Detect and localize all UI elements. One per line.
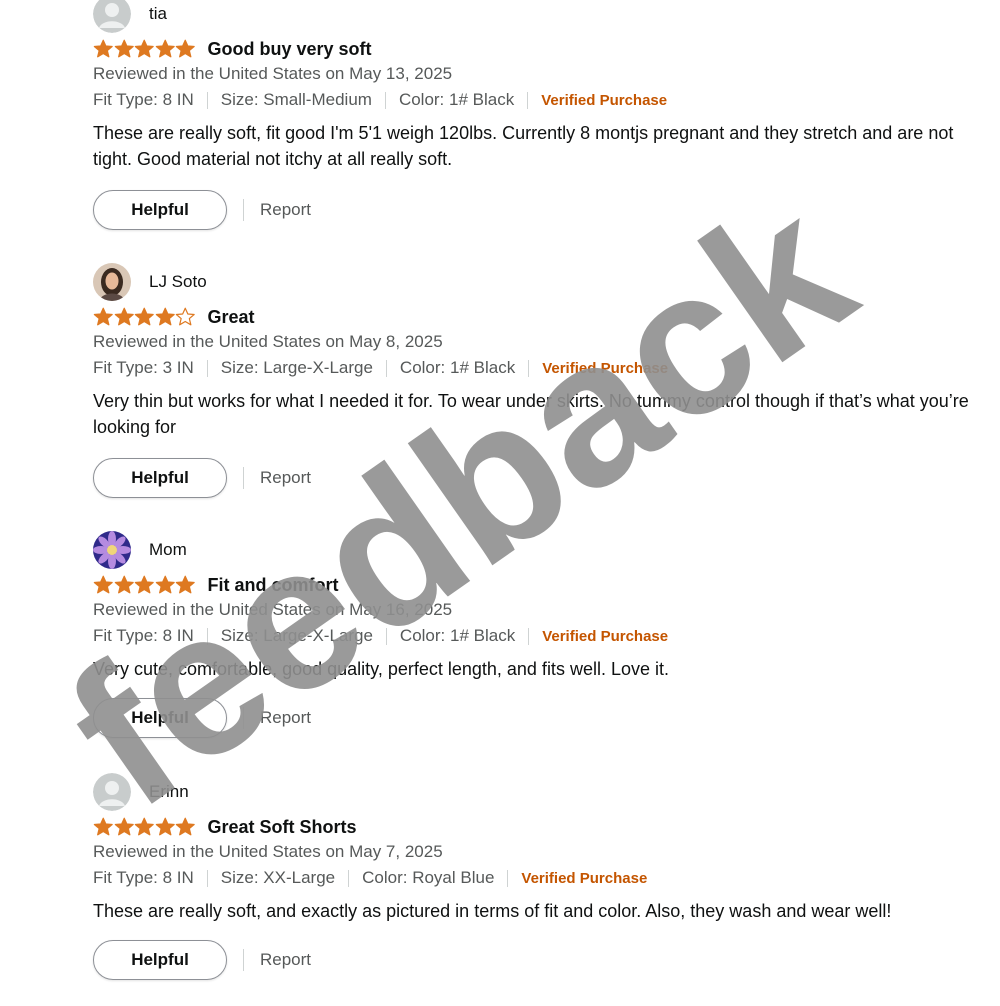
star-rating[interactable] [93,575,196,595]
star-filled-icon [175,817,195,836]
star-filled-icon [155,817,175,836]
helpful-button[interactable]: Helpful [93,190,227,230]
size[interactable]: Size: Large-X-Large [221,358,373,378]
reviewer-profile[interactable]: LJ Soto [93,262,207,302]
review-body: These are really soft, and exactly as pi… [93,901,892,921]
divider [206,91,208,109]
size[interactable]: Size: XX-Large [221,868,335,888]
divider [385,627,387,645]
flower-avatar-icon [93,531,131,569]
review-date: Reviewed in the United States on May 13,… [93,64,453,83]
divider [243,199,244,221]
verified-purchase-badge: Verified Purchase [521,869,648,887]
helpful-button[interactable]: Helpful [93,940,227,980]
review-title[interactable]: Good buy very soft [208,39,372,60]
verified-purchase-badge: Verified Purchase [542,627,669,645]
default-avatar-icon [93,773,131,811]
divider [243,707,244,729]
watermark-text: feedback [30,153,890,851]
report-link[interactable]: Report [260,950,311,970]
review-title[interactable]: Fit and comfort [208,575,339,596]
reviewer-name: Erinn [149,782,189,801]
review-actions: Helpful Report [93,190,311,230]
review-body: Very cute, comfortable, good quality, pe… [93,659,669,679]
review-date: Reviewed in the United States on May 7, … [93,842,443,861]
star-filled-icon [114,39,134,58]
star-filled-icon [114,817,134,836]
star-empty-icon [175,307,195,326]
divider [243,949,244,971]
fit-type[interactable]: Fit Type: 8 IN [93,626,194,646]
review-title[interactable]: Great Soft Shorts [208,817,357,838]
divider [507,869,509,887]
default-avatar-icon [93,0,131,33]
divider [206,359,208,377]
divider [348,869,350,887]
star-filled-icon [155,39,175,58]
star-filled-icon [134,817,154,836]
variant-info: Fit Type: 8 IN Size: Large-X-Large Color… [93,626,668,646]
review-body: These are really soft, fit good I'm 5'1 … [93,123,954,169]
report-link[interactable]: Report [260,468,311,488]
photo-avatar-icon [93,263,131,301]
star-filled-icon [155,575,175,594]
divider [206,869,208,887]
star-filled-icon [93,307,113,326]
helpful-button[interactable]: Helpful [93,698,227,738]
size[interactable]: Size: Large-X-Large [221,626,373,646]
reviewer-name: tia [149,4,167,23]
star-rating[interactable] [93,39,196,59]
verified-purchase-badge: Verified Purchase [541,91,668,109]
star-filled-icon [114,575,134,594]
report-link[interactable]: Report [260,200,311,220]
helpful-button[interactable]: Helpful [93,458,227,498]
color[interactable]: Color: 1# Black [400,358,515,378]
report-link[interactable]: Report [260,708,311,728]
color[interactable]: Color: 1# Black [400,626,515,646]
star-filled-icon [134,307,154,326]
star-filled-icon [155,307,175,326]
divider [206,627,208,645]
verified-purchase-badge: Verified Purchase [542,359,669,377]
divider [384,91,386,109]
star-filled-icon [93,39,113,58]
fit-type[interactable]: Fit Type: 8 IN [93,90,194,110]
star-filled-icon [93,817,113,836]
star-rating[interactable] [93,817,196,837]
review-date: Reviewed in the United States on May 8, … [93,332,443,351]
review-actions: Helpful Report [93,698,311,738]
reviewer-name: Mom [149,540,187,559]
star-filled-icon [93,575,113,594]
review-date: Reviewed in the United States on May 16,… [93,600,453,619]
divider [243,467,244,489]
divider [527,91,529,109]
review-actions: Helpful Report [93,458,311,498]
review-body: Very thin but works for what I needed it… [93,391,969,437]
review-title[interactable]: Great [208,307,255,328]
variant-info: Fit Type: 3 IN Size: Large-X-Large Color… [93,358,668,378]
reviewer-profile[interactable]: tia [93,0,167,34]
size[interactable]: Size: Small-Medium [221,90,372,110]
reviewer-profile[interactable]: Mom [93,530,187,570]
divider [528,627,530,645]
star-rating[interactable] [93,307,196,327]
star-filled-icon [134,575,154,594]
reviewer-name: LJ Soto [149,272,207,291]
color[interactable]: Color: 1# Black [399,90,514,110]
star-filled-icon [134,39,154,58]
variant-info: Fit Type: 8 IN Size: Small-Medium Color:… [93,90,667,110]
color[interactable]: Color: Royal Blue [362,868,494,888]
fit-type[interactable]: Fit Type: 8 IN [93,868,194,888]
star-filled-icon [175,575,195,594]
star-filled-icon [114,307,134,326]
fit-type[interactable]: Fit Type: 3 IN [93,358,194,378]
divider [385,359,387,377]
variant-info: Fit Type: 8 IN Size: XX-Large Color: Roy… [93,868,647,888]
star-filled-icon [175,39,195,58]
review-actions: Helpful Report [93,940,311,980]
reviewer-profile[interactable]: Erinn [93,772,189,812]
divider [528,359,530,377]
